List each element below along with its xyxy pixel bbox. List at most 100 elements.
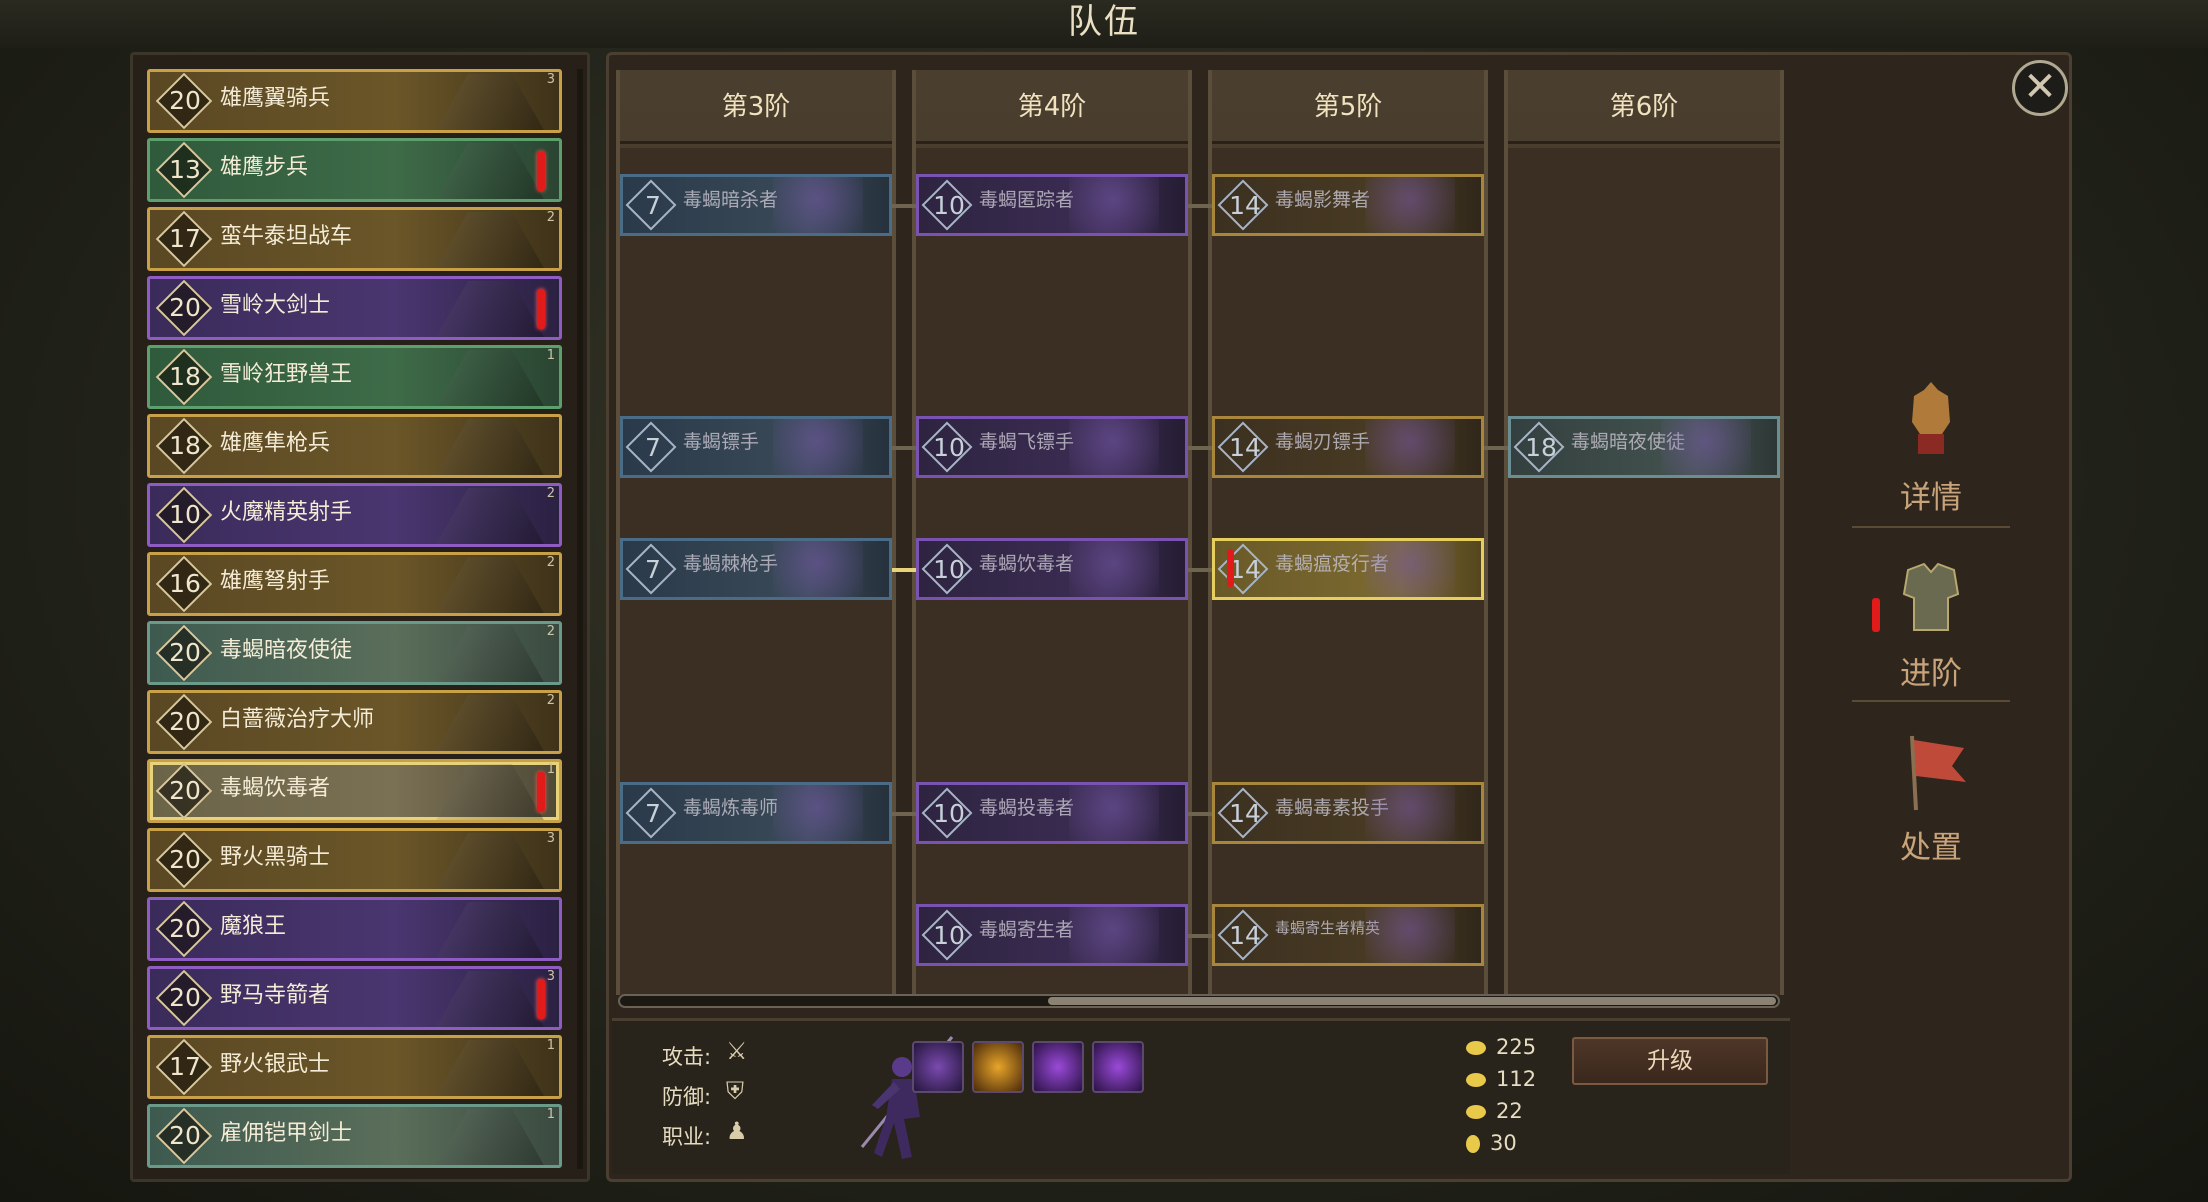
tier-unit-node[interactable]: 10 毒蝎投毒者 (916, 782, 1188, 844)
tier-unit-node[interactable]: 10 毒蝎匿踪者 (916, 174, 1188, 236)
skill-burst-icon[interactable] (972, 1041, 1024, 1093)
resource-ingot: 112 (1466, 1067, 1536, 1091)
roster-unit[interactable]: 17 蛮牛泰坦战车 2 (147, 207, 562, 271)
unit-portrait (435, 419, 545, 475)
tier-body: 14 毒蝎影舞者 14 毒蝎刃镖手 14 毒蝎瘟疫行者 14 毒蝎毒素投手 14 毒蝎寄生者精英 (1212, 148, 1484, 995)
skill-venom-icon[interactable] (1092, 1041, 1144, 1093)
unit-name: 蛮牛泰坦战车 (220, 224, 353, 249)
tier-connector (892, 812, 916, 816)
tier-unit-node[interactable]: 7 毒蝎棘枪手 (620, 538, 892, 600)
unit-portrait (435, 626, 545, 682)
tier-connector (1188, 446, 1212, 450)
unit-portrait (773, 177, 863, 233)
unit-portrait (435, 281, 545, 337)
unit-name: 白蔷薇治疗大师 (220, 707, 375, 732)
tier-unit-node[interactable]: 10 毒蝎寄生者 (916, 904, 1188, 966)
tier-header: 第5阶 (1212, 70, 1484, 144)
roster-scrollbar[interactable] (577, 69, 583, 1169)
unit-level: 17 (169, 1052, 201, 1081)
roster-unit[interactable]: 20 野马寺箭者 3 (147, 966, 562, 1030)
tier-unit-node[interactable]: 18 毒蝎暗夜使徒 (1508, 416, 1780, 478)
unit-star-count: 1 (546, 1107, 555, 1122)
unit-star-count: 3 (546, 831, 555, 846)
alert-icon (537, 151, 545, 191)
roster-unit[interactable]: 10 火魔精英射手 2 (147, 483, 562, 547)
tier-unit-node[interactable]: 7 毒蝎镖手 (620, 416, 892, 478)
tier-unit-node[interactable]: 14 毒蝎刃镖手 (1212, 416, 1484, 478)
upgrade-button[interactable]: 升级 (1572, 1037, 1768, 1085)
roster-unit[interactable]: 17 野火银武士 1 (147, 1035, 562, 1099)
unit-portrait (773, 419, 863, 475)
unit-portrait (435, 971, 545, 1027)
unit-portrait (1069, 419, 1159, 475)
roster-unit[interactable]: 20 雪岭大剑士 (147, 276, 562, 340)
tier-connector (892, 568, 916, 572)
unit-roster[interactable]: 20 雄鹰翼骑兵 3 13 雄鹰步兵 17 蛮牛泰坦战车 2 20 雪岭大剑士 18 雪岭狂野兽王 1 1… (130, 52, 590, 1182)
roster-unit[interactable]: 16 雄鹰弩射手 2 (147, 552, 562, 616)
divider (1852, 526, 2010, 528)
roster-unit[interactable]: 20 雇佣铠甲剑士 1 (147, 1104, 562, 1168)
tier-column: 第4阶 10 毒蝎匿踪者 10 毒蝎飞镖手 10 毒蝎饮毒者 10 毒蝎投毒者 10 毒蝎寄生者 (912, 70, 1192, 995)
node-level: 7 (645, 799, 661, 828)
tier-unit-node[interactable]: 14 毒蝎影舞者 (1212, 174, 1484, 236)
gold-bar-icon (1466, 1105, 1486, 1119)
unit-level: 20 (169, 86, 201, 115)
unit-portrait (1069, 907, 1159, 963)
unit-level: 20 (169, 293, 201, 322)
node-level: 7 (645, 555, 661, 584)
roster-unit[interactable]: 13 雄鹰步兵 (147, 138, 562, 202)
roster-unit[interactable]: 18 雄鹰隼枪兵 (147, 414, 562, 478)
details-button[interactable]: 详情 (1846, 376, 2016, 517)
roster-unit[interactable]: 18 雪岭狂野兽王 1 (147, 345, 562, 409)
tier-connector (1484, 446, 1508, 450)
tier-column: 第5阶 14 毒蝎影舞者 14 毒蝎刃镖手 14 毒蝎瘟疫行者 14 毒蝎毒素投手 14 毒蝎寄生者… (1208, 70, 1488, 995)
tier-unit-node[interactable]: 10 毒蝎飞镖手 (916, 416, 1188, 478)
unit-portrait (435, 833, 545, 889)
unit-portrait (435, 74, 545, 130)
unit-name: 雪岭狂野兽王 (220, 362, 353, 387)
roster-unit[interactable]: 20 魔狼王 (147, 897, 562, 961)
unit-portrait (1365, 541, 1455, 597)
unit-portrait (435, 143, 545, 199)
tier-unit-node[interactable]: 14 毒蝎瘟疫行者 (1212, 538, 1484, 600)
unit-level: 20 (169, 845, 201, 874)
unit-info-panel: 攻击: ⚔ 防御: ⛨ 职业: ♟ 225 112 22 30 升级 (612, 1018, 1790, 1174)
unit-portrait (1365, 177, 1455, 233)
skill-poison-icon[interactable] (1032, 1041, 1084, 1093)
tier-unit-node[interactable]: 10 毒蝎饮毒者 (916, 538, 1188, 600)
advance-button[interactable]: 进阶 (1846, 552, 2016, 693)
node-name: 毒蝎饮毒者 (979, 553, 1075, 575)
node-level: 18 (1525, 433, 1557, 462)
roster-unit[interactable]: 20 白蔷薇治疗大师 2 (147, 690, 562, 754)
unit-name: 野火黑骑士 (220, 845, 331, 870)
resource-crystal: 30 (1466, 1131, 1517, 1155)
node-level: 10 (933, 555, 965, 584)
resource-value: 225 (1496, 1035, 1537, 1059)
tier-unit-node[interactable]: 14 毒蝎寄生者精英 (1212, 904, 1484, 966)
tier-header: 第3阶 (620, 70, 892, 144)
tier-unit-node[interactable]: 7 毒蝎暗杀者 (620, 174, 892, 236)
defense-label: 防御: (662, 1085, 712, 1109)
unit-portrait (1069, 541, 1159, 597)
close-button[interactable]: ✕ (2012, 60, 2068, 116)
tier-unit-node[interactable]: 7 毒蝎炼毒师 (620, 782, 892, 844)
roster-unit[interactable]: 20 毒蝎暗夜使徒 2 (147, 621, 562, 685)
roster-unit[interactable]: 20 毒蝎饮毒者 1 (147, 759, 562, 823)
gold-coin-icon (1466, 1041, 1486, 1055)
unit-portrait (1365, 907, 1455, 963)
dispose-button[interactable]: 处置 (1846, 726, 2016, 867)
page-title: 队伍 (1068, 2, 1140, 42)
tier-connector (892, 446, 916, 450)
node-name: 毒蝎棘枪手 (683, 553, 779, 575)
roster-unit[interactable]: 20 雄鹰翼骑兵 3 (147, 69, 562, 133)
skill-slash-icon[interactable] (912, 1041, 964, 1093)
unit-portrait (435, 557, 545, 613)
tier-body: 18 毒蝎暗夜使徒 (1508, 148, 1780, 995)
unit-portrait (773, 541, 863, 597)
node-name: 毒蝎寄生者 (979, 919, 1075, 941)
unit-portrait (1661, 419, 1751, 475)
tier-unit-node[interactable]: 14 毒蝎毒素投手 (1212, 782, 1484, 844)
horizontal-scrollbar[interactable] (618, 994, 1780, 1008)
roster-unit[interactable]: 20 野火黑骑士 3 (147, 828, 562, 892)
scrollbar-thumb[interactable] (1048, 997, 1776, 1005)
